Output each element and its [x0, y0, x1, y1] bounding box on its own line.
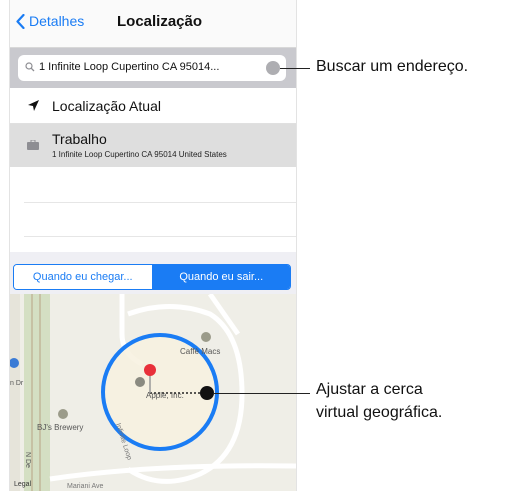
map-label-mariani: Mariani Ave [67, 483, 104, 490]
callout-leader-search [280, 68, 310, 69]
map-label-side-dr: n Dr [10, 380, 24, 387]
restaurant-icon [58, 409, 68, 419]
page-title: Localização [117, 13, 203, 30]
phone-screen: Detalhes Localização 1 Infinite Loop Cup… [9, 0, 297, 491]
back-button[interactable]: Detalhes [16, 13, 84, 29]
callout-leader-fence [213, 393, 310, 394]
map-label-apple: Apple, Inc. [146, 391, 184, 400]
location-arrow-icon [28, 100, 39, 111]
list-item-current-location[interactable]: Localização Atual [10, 89, 296, 124]
restaurant-icon [201, 332, 211, 342]
list-divider [24, 202, 296, 203]
search-value: 1 Infinite Loop Cupertino CA 95014... [39, 61, 220, 73]
list-divider [24, 236, 296, 237]
current-location-label: Localização Atual [52, 98, 161, 114]
segmented-control-bar: Quando eu chegar... Quando eu sair... [10, 252, 296, 294]
clear-icon[interactable] [266, 61, 280, 75]
radius-handle[interactable] [200, 386, 214, 400]
map-label-side-nde: N De [24, 452, 31, 468]
list-item-work[interactable]: Trabalho 1 Infinite Loop Cupertino CA 95… [10, 124, 296, 167]
work-label: Trabalho [52, 131, 107, 147]
callout-fence-line1: Ajustar a cerca [316, 381, 423, 398]
search-icon [25, 62, 35, 72]
segment-leave[interactable]: Quando eu sair... [152, 265, 290, 289]
navigation-bar: Detalhes Localização [10, 0, 296, 48]
info-icon [135, 377, 145, 387]
back-label: Detalhes [29, 13, 85, 29]
briefcase-icon [27, 140, 39, 150]
work-address: 1 Infinite Loop Cupertino CA 95014 Unite… [52, 150, 227, 159]
map-label-brewery: BJ's Brewery [37, 423, 83, 432]
callout-fence-line2: virtual geográfica. [316, 404, 443, 421]
search-input[interactable]: 1 Infinite Loop Cupertino CA 95014... [18, 55, 286, 81]
segmented-control: Quando eu chegar... Quando eu sair... [13, 264, 291, 290]
map-label-caffe: Caffè Macs [180, 347, 220, 356]
segment-arrive[interactable]: Quando eu chegar... [14, 265, 153, 289]
map-legal-link[interactable]: Legal [14, 481, 32, 488]
callout-search: Buscar um endereço. [316, 58, 469, 75]
search-bar: 1 Infinite Loop Cupertino CA 95014... [10, 48, 296, 88]
chevron-left-icon [16, 13, 25, 29]
